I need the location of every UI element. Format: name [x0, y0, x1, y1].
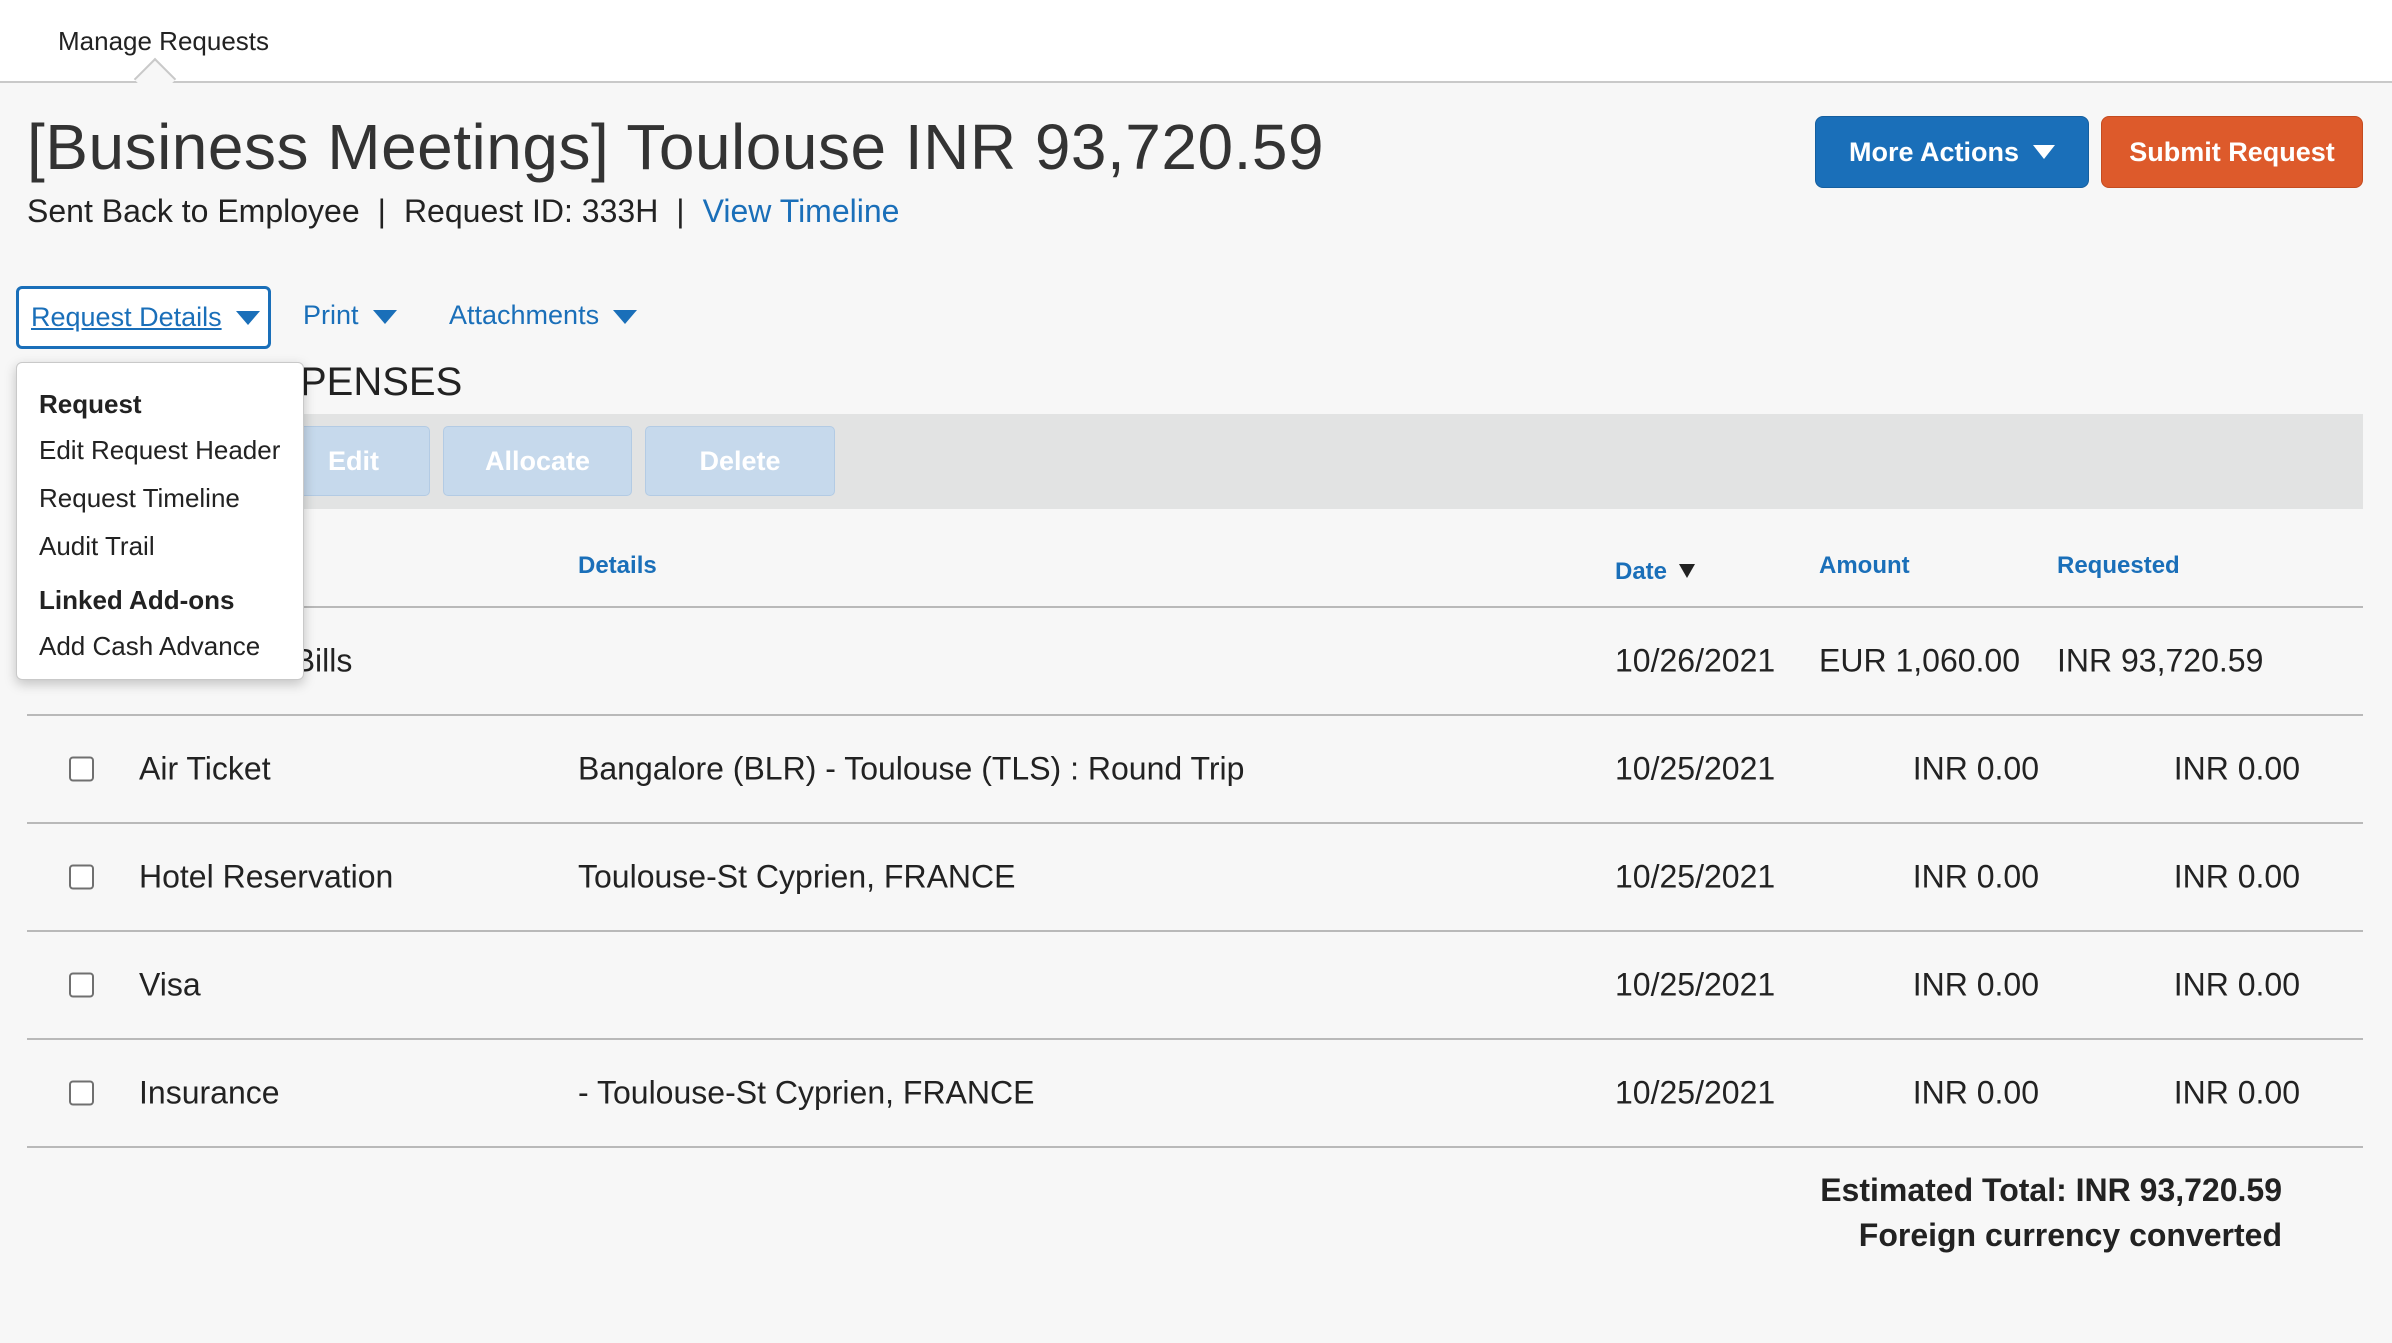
- sort-descending-icon: [1679, 564, 1696, 578]
- table-header: Details Date Amount Requested: [27, 530, 2363, 608]
- expense-type: Air Ticket: [139, 750, 271, 787]
- row-checkbox[interactable]: [69, 972, 94, 998]
- expense-requested: INR 0.00: [2173, 1074, 2300, 1111]
- expense-requested: INR 0.00: [2173, 966, 2300, 1003]
- table-row[interactable]: n Bills 10/26/2021 EUR 1,060.00 INR 93,7…: [27, 608, 2363, 716]
- date-header-label: Date: [1615, 558, 1668, 585]
- view-timeline-link[interactable]: View Timeline: [703, 193, 900, 229]
- column-header-date[interactable]: Date: [1615, 558, 1696, 586]
- expense-amount: EUR 1,060.00: [1819, 642, 2021, 679]
- section-title-expenses: PENSES: [300, 360, 463, 404]
- table-row[interactable]: Hotel Reservation Toulouse-St Cyprien, F…: [27, 824, 2363, 932]
- active-tab-indicator: [133, 57, 177, 101]
- delete-button[interactable]: Delete: [645, 426, 835, 496]
- status-text: Sent Back to Employee: [27, 193, 360, 229]
- dropdown-group-request: Request: [39, 389, 142, 419]
- tab-manage-requests[interactable]: Manage Requests: [58, 26, 269, 57]
- expense-amount: INR 0.00: [1912, 750, 2039, 787]
- column-header-amount[interactable]: Amount: [1819, 552, 1910, 580]
- chevron-down-icon: [372, 309, 397, 324]
- attachments-label: Attachments: [449, 300, 600, 330]
- more-actions-button[interactable]: More Actions: [1815, 116, 2089, 188]
- expense-type: Insurance: [139, 1074, 280, 1111]
- expense-details: Bangalore (BLR) - Toulouse (TLS) : Round…: [578, 750, 1245, 787]
- table-row[interactable]: Visa 10/25/2021 INR 0.00 INR 0.00: [27, 932, 2363, 1040]
- currency-note: Foreign currency converted: [1858, 1217, 2282, 1253]
- totals-summary: Estimated Total: INR 93,720.59 Foreign c…: [1820, 1168, 2282, 1258]
- request-subheader: Sent Back to Employee | Request ID: 333H | V…: [27, 193, 899, 230]
- expenses-toolbar: Edit Allocate Delete: [27, 414, 2363, 509]
- separator: |: [676, 193, 685, 229]
- expense-amount: INR 0.00: [1912, 1074, 2039, 1111]
- menu-item-edit-request-header[interactable]: Edit Request Header: [39, 435, 280, 466]
- menu-item-audit-trail[interactable]: Audit Trail: [39, 531, 155, 562]
- menu-item-add-cash-advance[interactable]: Add Cash Advance: [39, 631, 260, 662]
- expense-amount: INR 0.00: [1912, 966, 2039, 1003]
- column-header-details[interactable]: Details: [578, 552, 657, 580]
- expense-requested: INR 0.00: [2173, 750, 2300, 787]
- request-id: Request ID: 333H: [403, 193, 659, 229]
- expense-date: 10/25/2021: [1615, 966, 1776, 1003]
- attachments-menu-button[interactable]: Attachments: [449, 300, 638, 331]
- page-title: [Business Meetings] Toulouse INR 93,720.…: [27, 111, 1325, 183]
- chevron-down-icon: [613, 309, 638, 324]
- chevron-down-icon: [235, 310, 260, 325]
- menu-item-request-timeline[interactable]: Request Timeline: [39, 483, 240, 514]
- row-checkbox[interactable]: [69, 756, 94, 782]
- expense-requested: INR 0.00: [2173, 858, 2300, 895]
- dropdown-group-linked-addons: Linked Add-ons: [39, 585, 235, 615]
- request-details-menu-button[interactable]: Request Details: [16, 286, 271, 349]
- top-navigation-bar: Manage Requests: [0, 0, 2392, 101]
- row-checkbox[interactable]: [69, 864, 94, 890]
- print-label: Print: [303, 300, 359, 330]
- expense-type: Hotel Reservation: [139, 858, 394, 895]
- expense-details: Toulouse-St Cyprien, FRANCE: [578, 858, 1016, 895]
- expense-amount: INR 0.00: [1912, 858, 2039, 895]
- expense-date: 10/25/2021: [1615, 858, 1776, 895]
- expense-date: 10/26/2021: [1615, 642, 1776, 679]
- request-details-dropdown: Request Edit Request Header Request Time…: [16, 362, 304, 680]
- submit-request-button[interactable]: Submit Request: [2101, 116, 2363, 188]
- expense-type: Visa: [139, 966, 201, 1003]
- table-row[interactable]: Insurance - Toulouse-St Cyprien, FRANCE …: [27, 1040, 2363, 1148]
- column-header-requested[interactable]: Requested: [2057, 552, 2180, 580]
- print-menu-button[interactable]: Print: [303, 300, 397, 331]
- allocate-button[interactable]: Allocate: [443, 426, 632, 496]
- separator: |: [377, 193, 386, 229]
- table-row[interactable]: Air Ticket Bangalore (BLR) - Toulouse (T…: [27, 716, 2363, 824]
- chevron-down-icon: [2033, 145, 2055, 159]
- row-checkbox[interactable]: [69, 1080, 94, 1106]
- expense-details: - Toulouse-St Cyprien, FRANCE: [578, 1074, 1035, 1111]
- expense-requested: INR 93,720.59: [2057, 642, 2264, 679]
- estimated-total: Estimated Total: INR 93,720.59: [1820, 1172, 2282, 1208]
- expense-date: 10/25/2021: [1615, 750, 1776, 787]
- request-details-label: Request Details: [31, 302, 222, 332]
- more-actions-label: More Actions: [1848, 136, 2019, 167]
- expense-date: 10/25/2021: [1615, 1074, 1776, 1111]
